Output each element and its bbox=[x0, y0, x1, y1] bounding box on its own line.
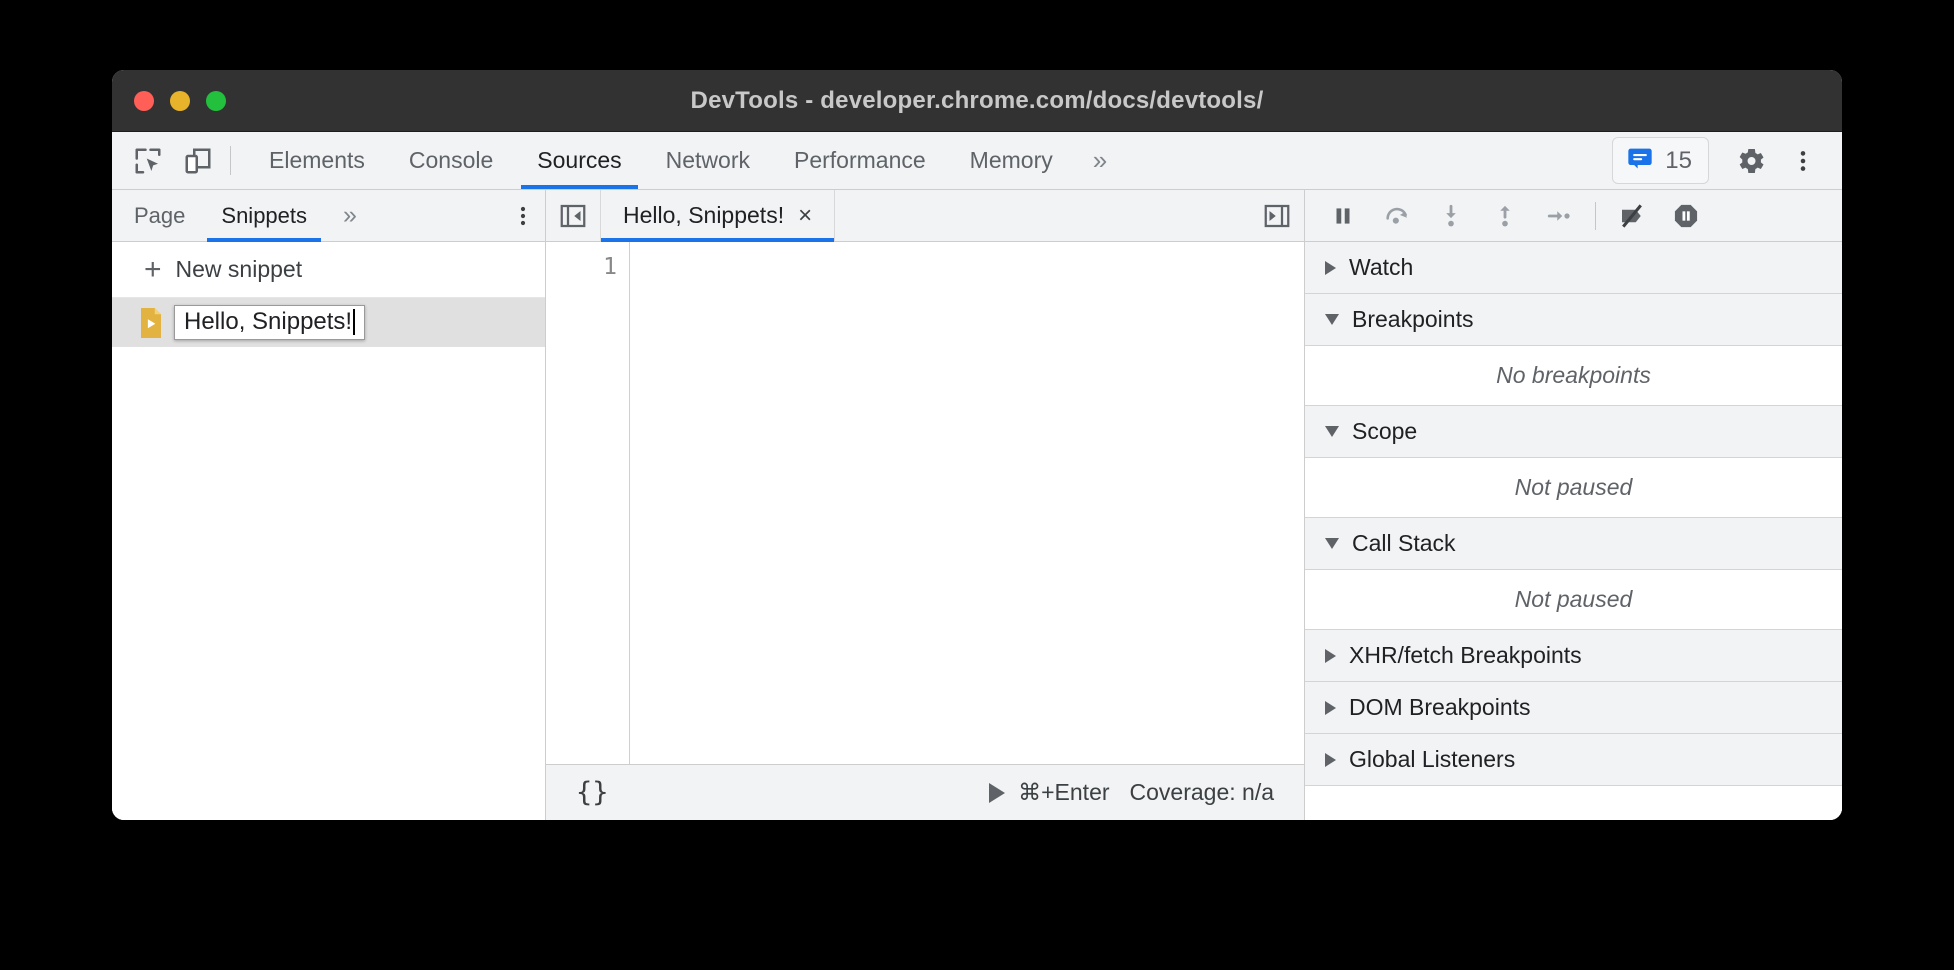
section-watch[interactable]: Watch bbox=[1305, 242, 1842, 294]
traffic-lights bbox=[112, 91, 226, 111]
deactivate-breakpoints-icon[interactable] bbox=[1608, 195, 1656, 237]
editor-tab-hello-snippets[interactable]: Hello, Snippets! × bbox=[600, 190, 835, 241]
step-into-icon[interactable] bbox=[1427, 195, 1475, 237]
debugger-pane: Watch Breakpoints No breakpoints Scope N… bbox=[1305, 190, 1842, 820]
minimize-window-button[interactable] bbox=[170, 91, 190, 111]
chevron-down-icon bbox=[1325, 314, 1339, 325]
message-count: 15 bbox=[1665, 147, 1692, 175]
snippet-file-icon bbox=[138, 308, 164, 338]
window-titlebar: DevTools - developer.chrome.com/docs/dev… bbox=[112, 70, 1842, 132]
navigator-more-icon[interactable]: » bbox=[325, 190, 375, 241]
window-title: DevTools - developer.chrome.com/docs/dev… bbox=[112, 87, 1842, 115]
line-number: 1 bbox=[546, 254, 617, 280]
section-label: XHR/fetch Breakpoints bbox=[1349, 642, 1582, 669]
tab-network[interactable]: Network bbox=[644, 132, 772, 189]
chevron-right-icon bbox=[1325, 649, 1336, 663]
debugger-toolbar bbox=[1305, 190, 1842, 242]
device-toolbar-icon[interactable] bbox=[180, 143, 216, 179]
navigator-kebab-icon[interactable] bbox=[501, 190, 545, 241]
snippet-list-item[interactable]: Hello, Snippets! bbox=[112, 298, 545, 347]
editor-status-bar: {} ⌘+Enter Coverage: n/a bbox=[546, 764, 1304, 820]
code-content[interactable] bbox=[630, 242, 1304, 764]
debugger-sections: Watch Breakpoints No breakpoints Scope N… bbox=[1305, 242, 1842, 820]
tab-elements[interactable]: Elements bbox=[247, 132, 387, 189]
panel-tabs: Elements Console Sources Network Perform… bbox=[231, 132, 1612, 189]
section-label: Watch bbox=[1349, 254, 1413, 281]
collapse-navigator-icon[interactable] bbox=[546, 190, 600, 241]
editor-tabbar: Hello, Snippets! × bbox=[546, 190, 1304, 242]
tab-console[interactable]: Console bbox=[387, 132, 515, 189]
section-scope[interactable]: Scope bbox=[1305, 406, 1842, 458]
editor-tab-label: Hello, Snippets! bbox=[623, 202, 784, 229]
breakpoints-empty-state: No breakpoints bbox=[1305, 346, 1842, 406]
section-label: Call Stack bbox=[1352, 530, 1456, 557]
section-label: Breakpoints bbox=[1352, 306, 1473, 333]
play-icon bbox=[989, 783, 1005, 803]
toolbar-icon-group bbox=[112, 132, 230, 189]
step-icon[interactable] bbox=[1535, 195, 1583, 237]
run-shortcut-label: ⌘+Enter bbox=[1018, 779, 1109, 806]
section-label: Scope bbox=[1352, 418, 1417, 445]
editor-tabbar-spacer bbox=[835, 190, 1250, 241]
chevron-down-icon bbox=[1325, 538, 1339, 549]
section-breakpoints[interactable]: Breakpoints bbox=[1305, 294, 1842, 346]
close-icon[interactable]: × bbox=[798, 204, 812, 228]
section-call-stack[interactable]: Call Stack bbox=[1305, 518, 1842, 570]
devtools-body: Page Snippets » + New snippet bbox=[112, 190, 1842, 820]
chevron-down-icon bbox=[1325, 426, 1339, 437]
scope-empty-state: Not paused bbox=[1305, 458, 1842, 518]
chevron-right-icon bbox=[1325, 261, 1336, 275]
pause-script-icon[interactable] bbox=[1319, 195, 1367, 237]
tab-memory[interactable]: Memory bbox=[948, 132, 1075, 189]
snippet-rename-value: Hello, Snippets! bbox=[184, 309, 352, 335]
section-dom-breakpoints[interactable]: DOM Breakpoints bbox=[1305, 682, 1842, 734]
step-out-icon[interactable] bbox=[1481, 195, 1529, 237]
editor-status-right: ⌘+Enter Coverage: n/a bbox=[989, 779, 1304, 806]
editor-pane: Hello, Snippets! × 1 bbox=[546, 190, 1305, 820]
text-caret bbox=[353, 309, 355, 335]
toolbar-right-group: 15 bbox=[1612, 132, 1842, 189]
format-code-button[interactable]: {} bbox=[546, 777, 639, 808]
console-messages-badge[interactable]: 15 bbox=[1612, 137, 1709, 184]
inspect-element-icon[interactable] bbox=[130, 143, 166, 179]
expand-debugger-icon[interactable] bbox=[1250, 190, 1304, 241]
new-snippet-button[interactable]: + New snippet bbox=[112, 242, 545, 298]
step-over-icon[interactable] bbox=[1373, 195, 1421, 237]
navigator-tab-snippets[interactable]: Snippets bbox=[203, 190, 325, 241]
tab-sources[interactable]: Sources bbox=[515, 132, 643, 189]
main-toolbar: Elements Console Sources Network Perform… bbox=[112, 132, 1842, 190]
call-stack-empty-state: Not paused bbox=[1305, 570, 1842, 630]
close-window-button[interactable] bbox=[134, 91, 154, 111]
devtools-window: DevTools - developer.chrome.com/docs/dev… bbox=[112, 70, 1842, 820]
kebab-menu-icon[interactable] bbox=[1782, 140, 1824, 182]
code-editor[interactable]: 1 bbox=[546, 242, 1304, 764]
navigator-tab-page[interactable]: Page bbox=[112, 190, 203, 241]
coverage-status: Coverage: n/a bbox=[1130, 779, 1274, 806]
section-global-listeners[interactable]: Global Listeners bbox=[1305, 734, 1842, 786]
line-number-gutter: 1 bbox=[546, 242, 630, 764]
tab-performance[interactable]: Performance bbox=[772, 132, 948, 189]
gear-icon[interactable] bbox=[1730, 140, 1772, 182]
section-xhr-fetch-breakpoints[interactable]: XHR/fetch Breakpoints bbox=[1305, 630, 1842, 682]
navigator-tabbar: Page Snippets » bbox=[112, 190, 545, 242]
message-icon bbox=[1626, 144, 1654, 177]
run-snippet-button[interactable]: ⌘+Enter bbox=[989, 779, 1109, 806]
zoom-window-button[interactable] bbox=[206, 91, 226, 111]
section-label: Global Listeners bbox=[1349, 746, 1515, 773]
pause-on-exceptions-icon[interactable] bbox=[1662, 195, 1710, 237]
more-panels-icon[interactable]: » bbox=[1075, 132, 1125, 189]
plus-icon: + bbox=[144, 255, 162, 285]
navigator-pane: Page Snippets » + New snippet bbox=[112, 190, 546, 820]
chevron-right-icon bbox=[1325, 701, 1336, 715]
chevron-right-icon bbox=[1325, 753, 1336, 767]
new-snippet-label: New snippet bbox=[176, 256, 303, 283]
section-label: DOM Breakpoints bbox=[1349, 694, 1531, 721]
debugger-toolbar-divider bbox=[1595, 202, 1596, 230]
snippet-rename-input[interactable]: Hello, Snippets! bbox=[174, 305, 365, 340]
